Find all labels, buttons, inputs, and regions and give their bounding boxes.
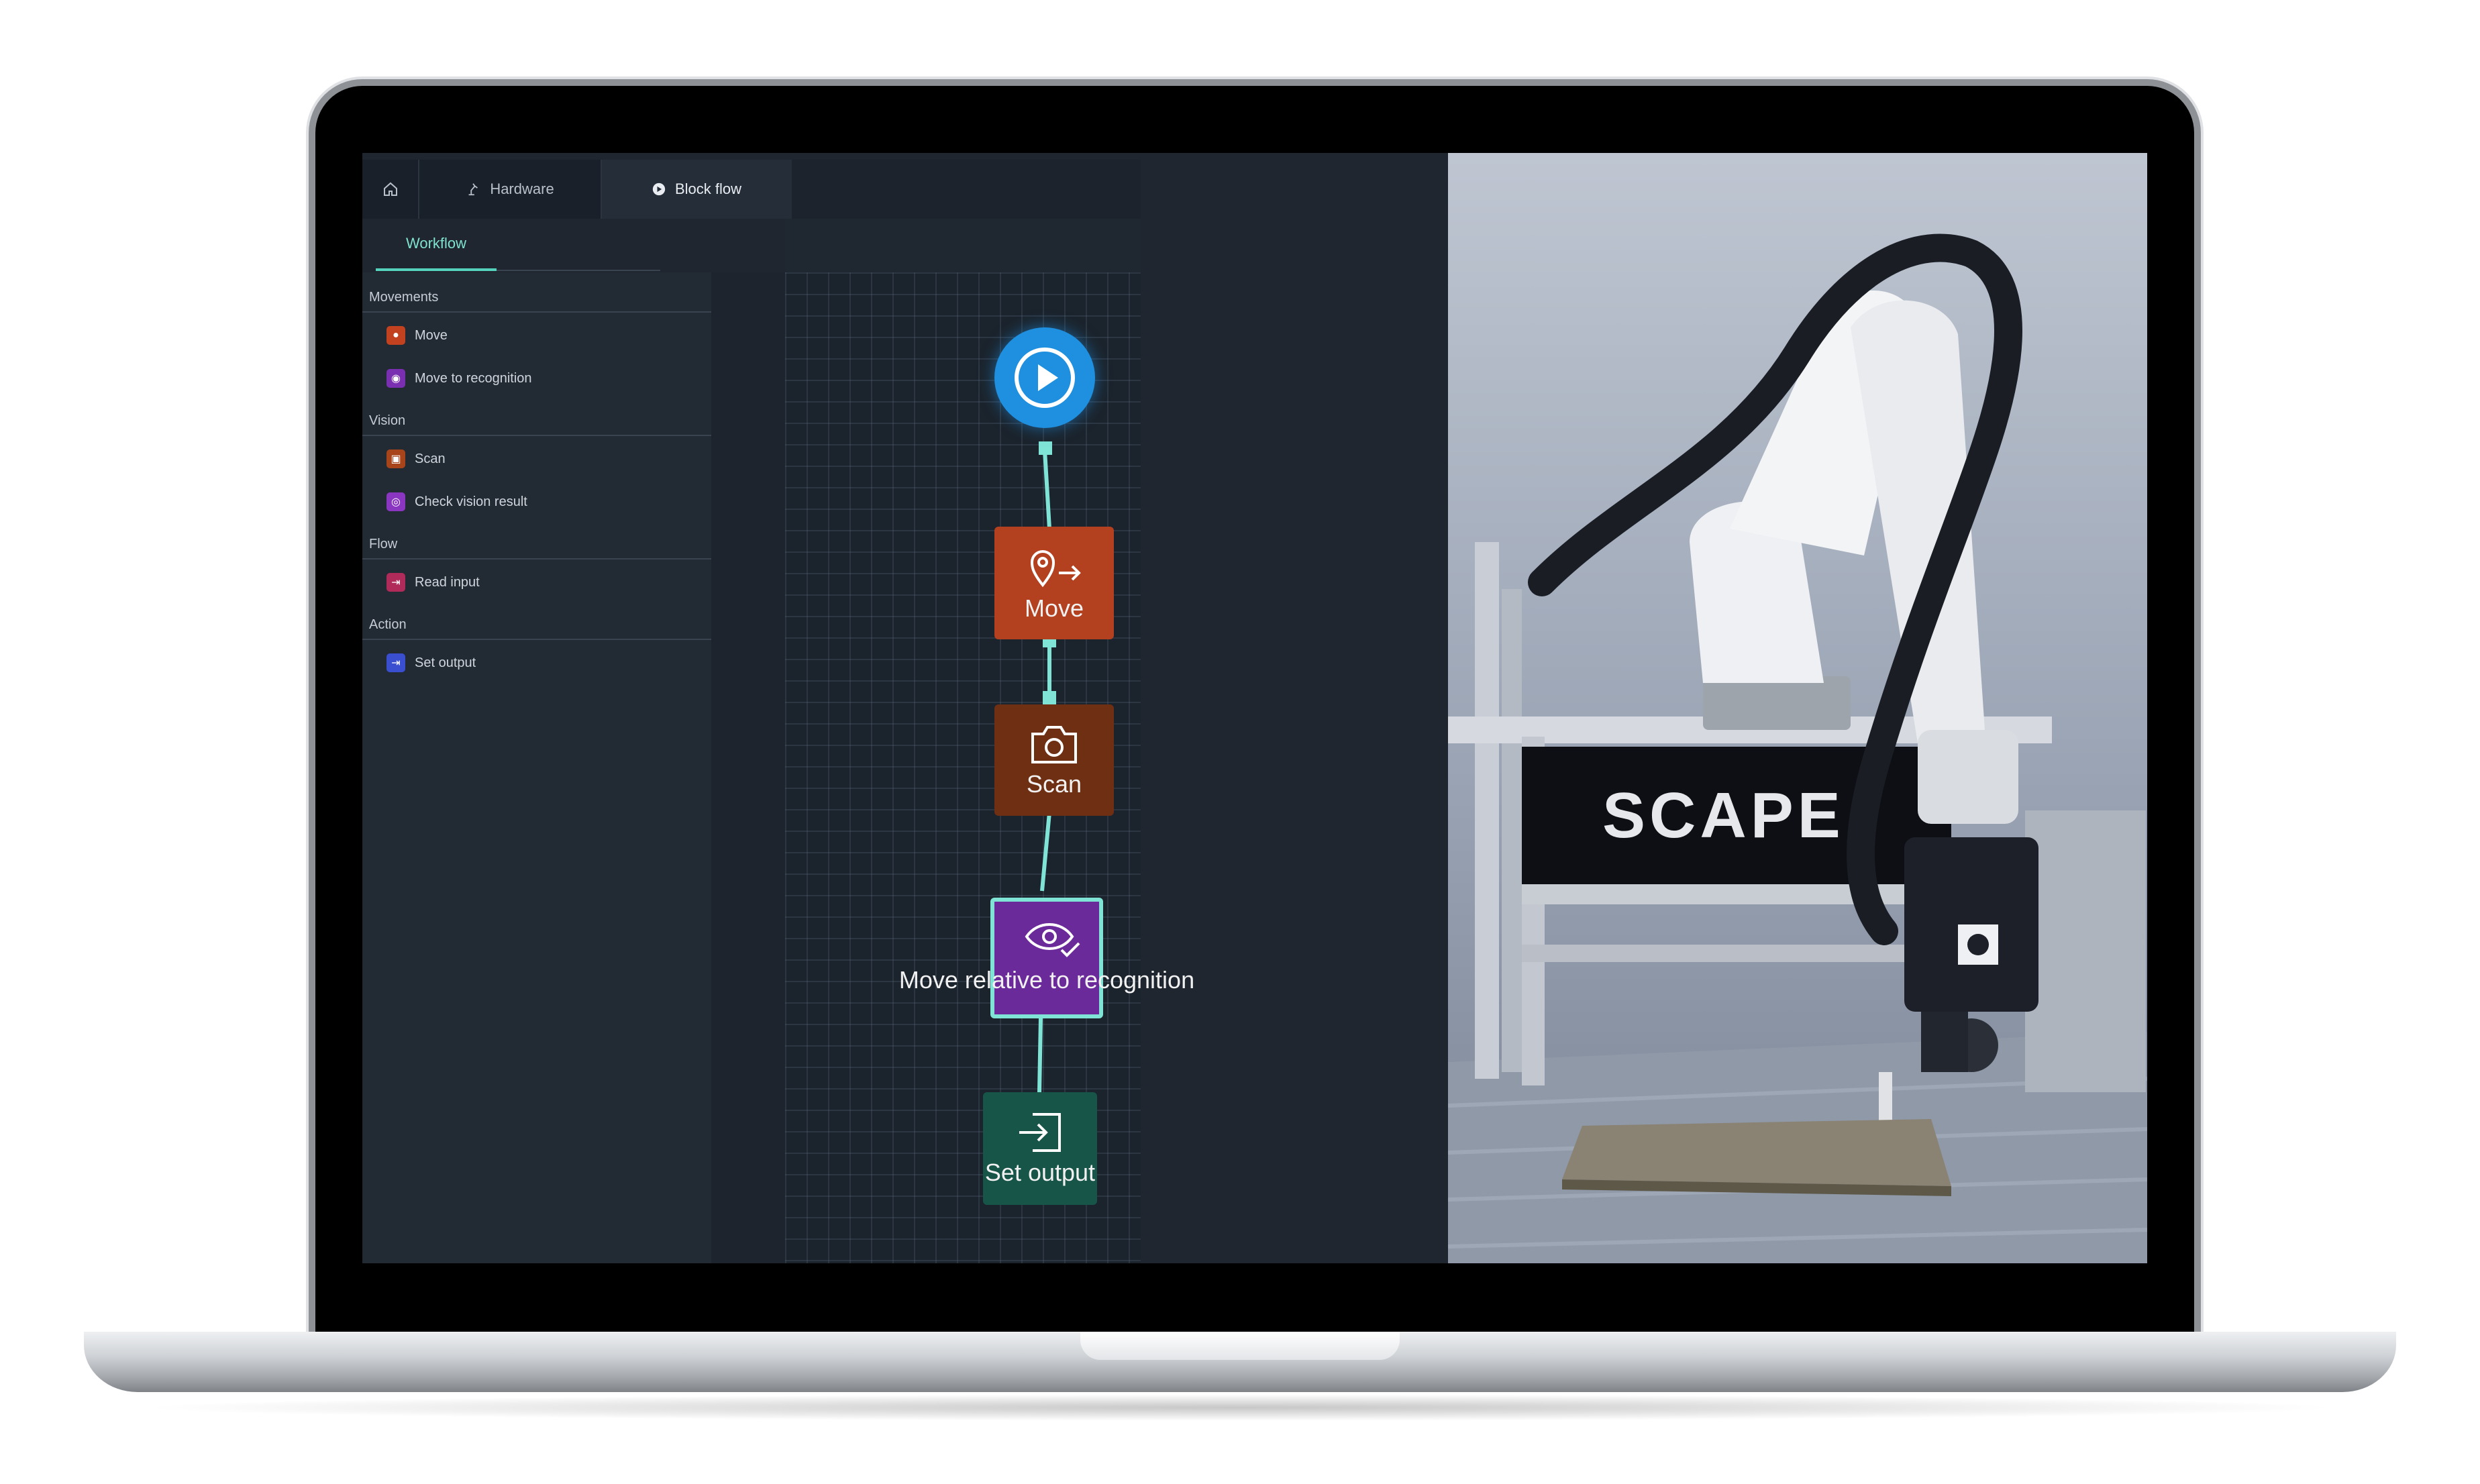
eye-check-icon [1025, 923, 1080, 957]
screen: Hardware Block flow Workflow Movements ●… [362, 153, 2147, 1263]
flow-node-label: Move [1024, 594, 1084, 622]
move-icon [1030, 550, 1081, 588]
flow-start-node[interactable] [994, 327, 1095, 428]
flow-node-scan[interactable]: Scan [994, 704, 1114, 816]
flow-node-set-output[interactable]: Set output [983, 1092, 1097, 1205]
play-icon [1015, 348, 1075, 408]
robot-camera-feed: SCAPE [1448, 153, 2147, 1263]
brand-sign-text: SCAPE [1602, 780, 1845, 851]
laptop-shadow [134, 1394, 2346, 1421]
flow-node-label: Move relative to recognition [898, 966, 1195, 994]
camera-icon [1031, 726, 1077, 763]
robot-scene-illustration: SCAPE [1448, 233, 2147, 1263]
flow-node-label: Set output [984, 1159, 1096, 1186]
output-icon [1019, 1113, 1061, 1152]
flow-node-label: Scan [1026, 770, 1082, 798]
flow-node-move[interactable]: Move [994, 527, 1114, 639]
flow-node-move-relative[interactable] [990, 898, 1103, 1018]
laptop-notch [1080, 1332, 1400, 1360]
